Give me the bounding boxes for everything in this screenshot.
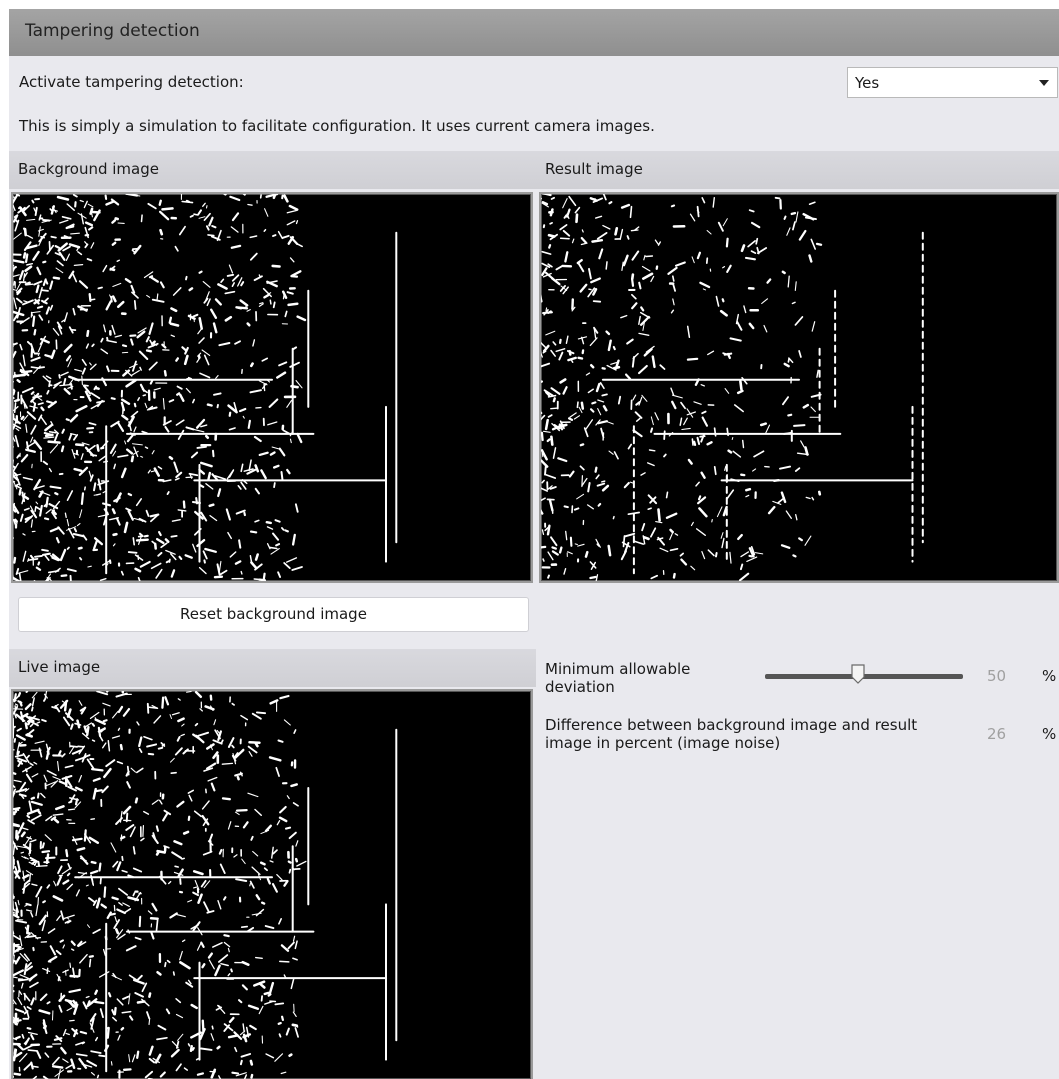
min-deviation-value: 50: [987, 667, 1007, 685]
min-deviation-unit: %: [1042, 667, 1057, 685]
activate-select[interactable]: Yes: [847, 67, 1058, 98]
live-image-header: Live image: [9, 649, 536, 687]
background-image-header: Background image: [9, 151, 536, 189]
info-text: This is simply a simulation to facilitat…: [19, 117, 655, 135]
result-image-header: Result image: [536, 151, 1059, 189]
title-bar: Tampering detection: [9, 9, 1059, 56]
activate-select-value: Yes: [855, 74, 880, 92]
slider-thumb-icon[interactable]: [851, 664, 865, 684]
activate-label: Activate tampering detection:: [19, 73, 244, 91]
difference-unit: %: [1042, 725, 1057, 743]
difference-label: Difference between background image and …: [545, 716, 918, 752]
result-image-label: Result image: [545, 160, 643, 178]
tampering-detection-panel: Tampering detection Activate tampering d…: [9, 9, 1059, 1079]
page-title: Tampering detection: [25, 21, 200, 41]
reset-background-button[interactable]: Reset background image: [18, 597, 529, 632]
live-image-label: Live image: [18, 658, 101, 676]
result-image-canvas: [541, 194, 924, 581]
background-image: [11, 192, 533, 583]
result-image: [539, 192, 1059, 583]
difference-value: 26: [987, 725, 1007, 743]
background-image-label: Background image: [18, 160, 159, 178]
chevron-down-icon[interactable]: [1039, 80, 1049, 86]
live-image: [11, 689, 533, 1079]
min-deviation-label: Minimum allowable deviation: [545, 660, 691, 696]
background-image-canvas: [13, 194, 398, 581]
live-image-canvas: [13, 691, 398, 1079]
